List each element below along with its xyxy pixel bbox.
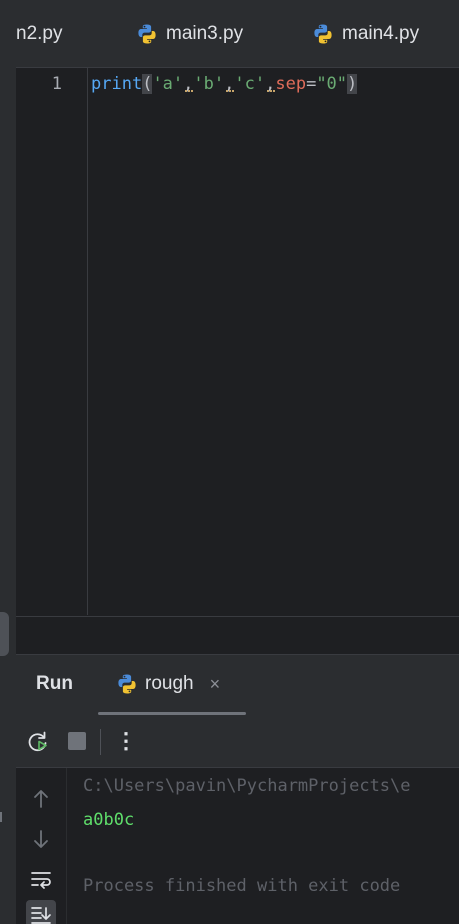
python-file-icon [312, 23, 334, 45]
line-number: 1 [51, 74, 62, 94]
code-line[interactable]: print('a','b','c',sep="0") [91, 70, 358, 98]
console-side-toolbar [16, 768, 67, 924]
line-number-gutter: 1 [16, 68, 88, 615]
strip-handle[interactable] [0, 612, 9, 656]
python-file-icon [136, 23, 158, 45]
console-output-line: a0b0c [83, 810, 135, 830]
code-open-paren: ( [142, 74, 153, 94]
close-icon[interactable]: × [210, 674, 221, 695]
run-toolbar: ⋮ [16, 719, 459, 765]
rerun-icon [28, 731, 47, 752]
code-keyword-arg: sep [275, 74, 307, 94]
code-string: "0" [316, 74, 348, 94]
run-tab-rough[interactable]: rough × [116, 673, 220, 695]
code-string: 'a' [152, 74, 184, 94]
console-output[interactable]: C:\Users\pavin\PycharmProjects\e a0b0c P… [16, 767, 459, 924]
arrow-down-icon[interactable] [26, 824, 56, 854]
soft-wrap-icon[interactable] [26, 864, 56, 894]
run-title: Run [36, 673, 73, 694]
tab-label: n2.py [16, 22, 63, 44]
left-tool-strip [0, 0, 16, 924]
ide-window: n2.py main3.py main4.py 1 print('a','b',… [0, 0, 459, 924]
toolbar-separator [100, 729, 101, 755]
more-options-button[interactable]: ⋮ [112, 727, 140, 755]
code-comma: , [224, 74, 235, 94]
tab-label: main3.py [166, 22, 244, 44]
stop-button[interactable] [63, 727, 91, 755]
code-editor[interactable]: 1 print('a','b','c',sep="0") [16, 68, 459, 615]
code-function: print [91, 74, 143, 94]
console-exit-line: Process finished with exit code [83, 876, 401, 896]
scroll-to-end-icon[interactable] [26, 900, 56, 924]
code-string: 'c' [234, 74, 266, 94]
tab-n2-py[interactable]: n2.py [16, 0, 62, 67]
run-header: Run rough × [16, 655, 459, 715]
run-tab-label: rough [145, 673, 194, 694]
tab-main4-py[interactable]: main4.py [312, 0, 419, 67]
code-close-paren: ) [347, 74, 358, 94]
console-command-line: C:\Users\pavin\PycharmProjects\e [83, 776, 411, 796]
strip-tick [0, 812, 2, 822]
active-tab-indicator [98, 712, 246, 715]
stop-icon [68, 732, 86, 750]
code-comma: , [265, 74, 276, 94]
code-equals: = [306, 74, 317, 94]
editor-status-area [16, 616, 459, 653]
code-comma: , [183, 74, 194, 94]
tab-label: main4.py [342, 22, 420, 44]
code-string: 'b' [193, 74, 225, 94]
tab-main3-py[interactable]: main3.py [136, 0, 243, 67]
python-file-icon [116, 673, 138, 695]
rerun-button[interactable] [24, 727, 52, 755]
arrow-up-icon[interactable] [26, 784, 56, 814]
editor-tab-bar: n2.py main3.py main4.py [16, 0, 459, 68]
run-tool-window: Run rough × ⋮ C:\Users\pavin\PycharmProj… [16, 654, 459, 924]
